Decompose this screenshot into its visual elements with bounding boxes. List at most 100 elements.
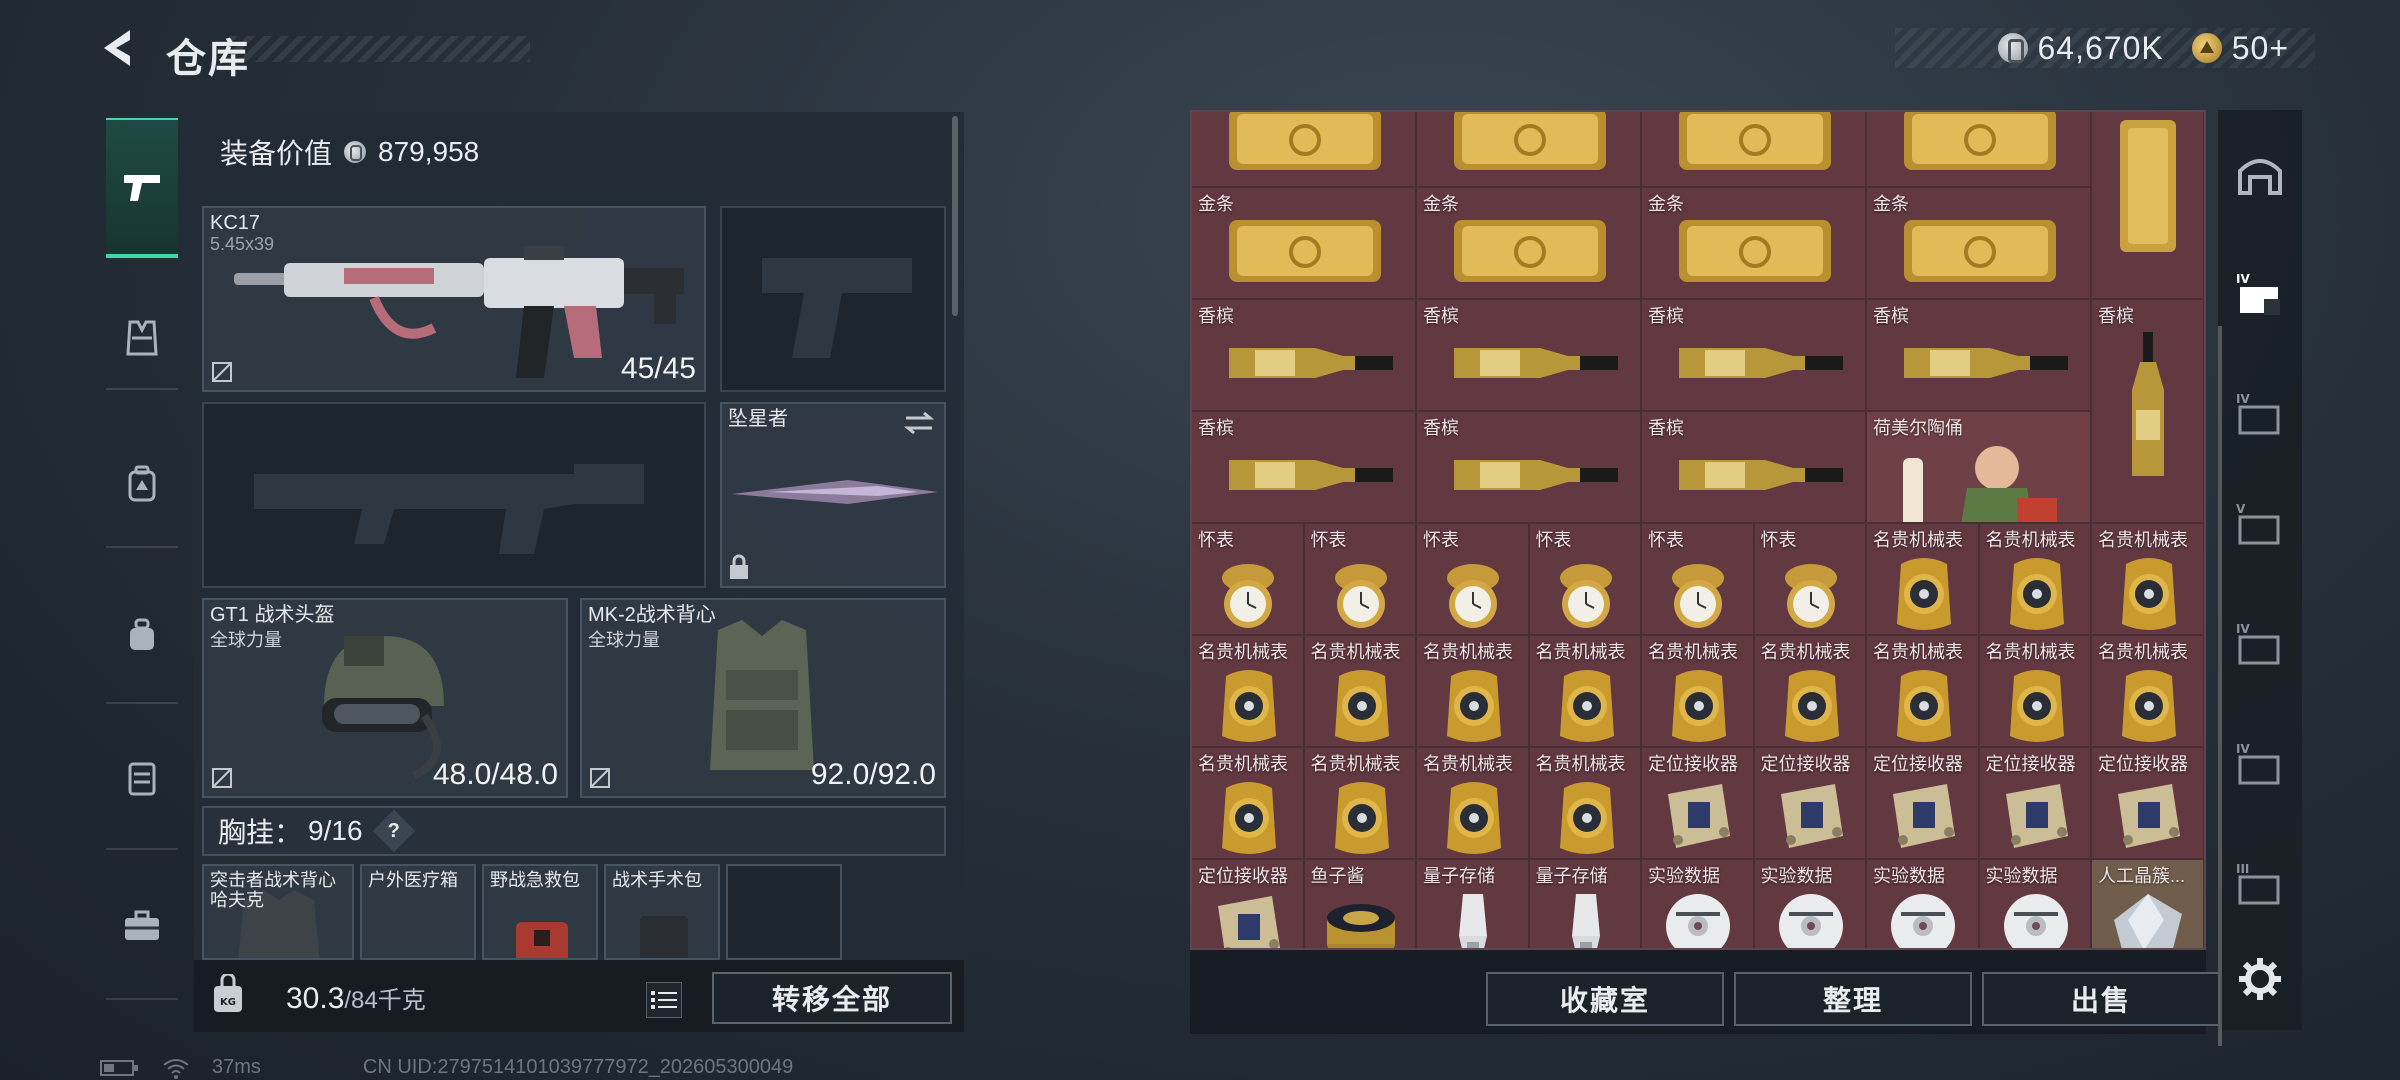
stash-cell[interactable]: 香槟 (2092, 300, 2204, 524)
stash-cell[interactable]: 怀表 (1417, 524, 1530, 636)
rnav-stash-extra[interactable]: III (2230, 850, 2290, 920)
stash-cell[interactable]: 怀表 (1529, 524, 1642, 636)
stash-cell[interactable]: 定位接收器 (1867, 748, 1980, 860)
stash-cell[interactable]: 名贵机械表 (2092, 524, 2204, 636)
nav-armor[interactable] (106, 298, 178, 378)
stash-item-label: 名贵机械表 (1310, 754, 1401, 774)
nav-case[interactable] (106, 738, 178, 818)
stash-cell[interactable] (2092, 112, 2204, 300)
stash-cell[interactable]: 金条 (1867, 188, 2092, 300)
champagne-image (2132, 332, 2165, 476)
melee-slot[interactable]: 坠星者 (720, 402, 946, 588)
stash-cell[interactable] (1642, 112, 1867, 188)
stash-cell[interactable]: 定位接收器 (2092, 748, 2204, 860)
stash-cell[interactable]: 定位接收器 (1754, 748, 1867, 860)
stash-cell[interactable]: 名贵机械表 (1867, 524, 1980, 636)
stash-cell[interactable]: 实验数据 (1642, 860, 1755, 948)
svg-text:IV: IV (2236, 272, 2250, 286)
chest-item[interactable]: 野战急救包 (482, 864, 598, 960)
stash-cell[interactable]: 怀表 (1192, 524, 1305, 636)
stash-cell[interactable] (1192, 112, 1417, 188)
rnav-stash-4[interactable]: IV (2230, 260, 2290, 330)
settings-button[interactable] (2230, 944, 2290, 1014)
currency-b-value[interactable]: 50+ (2232, 30, 2289, 67)
left-nav (98, 108, 190, 1008)
transfer-all-button[interactable]: 转移全部 (712, 972, 952, 1024)
briefcase-icon (125, 910, 159, 940)
stash-cell[interactable] (1417, 112, 1642, 188)
chest-item[interactable]: 户外医疗箱 (360, 864, 476, 960)
stash-cell[interactable]: 人工晶簇... (2092, 860, 2204, 948)
vest-image (710, 620, 814, 770)
nav-briefcase[interactable] (106, 886, 178, 966)
stash-cell[interactable]: 怀表 (1642, 524, 1755, 636)
armor-slot[interactable]: MK-2战术背心 全球力量 92.0/92.0 (580, 598, 946, 798)
loadout-scrollbar[interactable] (952, 116, 958, 316)
stash-cell[interactable]: 香槟 (1867, 300, 2092, 412)
chest-item[interactable]: 战术手术包 (604, 864, 720, 960)
rnav-safehouse[interactable] (2230, 140, 2290, 210)
rnav-stash-2[interactable]: V (2230, 490, 2290, 560)
stash-cell[interactable]: 定位接收器 (1192, 860, 1305, 948)
stash-cell[interactable]: 名贵机械表 (2092, 636, 2204, 748)
rifle-silhouette-icon (254, 464, 644, 554)
chest-rig-header[interactable]: 胸挂： 9/16 ? (202, 806, 946, 856)
stash-cell[interactable]: 名贵机械表 (1192, 748, 1305, 860)
collection-button[interactable]: 收藏室 (1486, 972, 1724, 1026)
stash-cell[interactable]: 实验数据 (1867, 860, 1980, 948)
stash-cell[interactable]: 香槟 (1417, 412, 1642, 524)
stash-cell[interactable]: 名贵机械表 (1417, 748, 1530, 860)
stash-cell[interactable]: 荷美尔陶俑 (1867, 412, 2092, 524)
nav-pouch[interactable] (106, 594, 178, 674)
sell-button[interactable]: 出售 (1982, 972, 2220, 1026)
organize-button[interactable]: 整理 (1734, 972, 1972, 1026)
stash-cell[interactable]: 实验数据 (1979, 860, 2092, 948)
stash-cell[interactable]: 香槟 (1417, 300, 1642, 412)
help-icon[interactable]: ? (372, 809, 415, 853)
secondary-weapon-slot[interactable] (202, 402, 706, 588)
stash-cell[interactable]: 实验数据 (1754, 860, 1867, 948)
nav-backpack[interactable] (106, 444, 178, 524)
stash-cell[interactable]: 金条 (1642, 188, 1867, 300)
nav-divider (106, 388, 178, 390)
stash-cell[interactable]: 名贵机械表 (1642, 636, 1755, 748)
pistol-slot[interactable] (720, 206, 946, 392)
stash-cell[interactable]: 怀表 (1304, 524, 1417, 636)
stash-cell[interactable]: 香槟 (1642, 300, 1867, 412)
stash-cell[interactable]: 量子存储 (1529, 860, 1642, 948)
chest-empty-slot[interactable] (726, 864, 842, 960)
stash-cell[interactable]: 名贵机械表 (1867, 636, 1980, 748)
stash-cell[interactable]: 定位接收器 (1642, 748, 1755, 860)
stash-cell[interactable]: 金条 (1192, 188, 1417, 300)
stash-cell[interactable]: 名贵机械表 (1304, 636, 1417, 748)
stash-cell[interactable]: 量子存储 (1417, 860, 1530, 948)
stash-cell[interactable]: 香槟 (1642, 412, 1867, 524)
helmet-slot[interactable]: GT1 战术头盔 全球力量 48.0/48.0 (202, 598, 568, 798)
rnav-scrollbar[interactable] (2218, 326, 2222, 1046)
swap-icon[interactable] (902, 410, 936, 436)
rnav-stash-0[interactable]: IV (2230, 730, 2290, 800)
primary-weapon-slot[interactable]: KC17 5.45x39 45/45 (202, 206, 706, 392)
stash-cell[interactable]: 名贵机械表 (1529, 636, 1642, 748)
stash-cell[interactable]: 定位接收器 (1979, 748, 2092, 860)
stash-cell[interactable]: 名贵机械表 (1417, 636, 1530, 748)
stash-cell[interactable]: 鱼子酱 (1304, 860, 1417, 948)
rnav-stash-1[interactable]: IV (2230, 610, 2290, 680)
stash-grid[interactable]: 金条 金条 金条 金条 香槟 香槟 香槟 香槟 香槟 香槟 香槟 香槟 荷美尔陶俑 怀表 怀表 怀表 怀表 怀表怀… (1190, 110, 2206, 950)
chest-item[interactable]: 突击者战术背心 哈夫克 (202, 864, 354, 960)
stash-cell[interactable]: 金条 (1417, 188, 1642, 300)
rnav-stash-3[interactable]: IV (2230, 380, 2290, 450)
stash-cell[interactable] (1867, 112, 2092, 188)
back-button[interactable] (96, 24, 144, 72)
nav-weapons[interactable] (106, 118, 178, 258)
stash-cell[interactable]: 名贵机械表 (1192, 636, 1305, 748)
stash-cell[interactable]: 香槟 (1192, 412, 1417, 524)
stash-cell[interactable]: 怀表 (1754, 524, 1867, 636)
stash-cell[interactable]: 名贵机械表 (1304, 748, 1417, 860)
stash-cell[interactable]: 香槟 (1192, 300, 1417, 412)
stash-cell[interactable]: 名贵机械表 (1529, 748, 1642, 860)
stash-cell[interactable]: 名贵机械表 (1754, 636, 1867, 748)
stash-cell[interactable]: 名贵机械表 (1979, 636, 2092, 748)
list-view-button[interactable] (646, 982, 682, 1018)
stash-cell[interactable]: 名贵机械表 (1979, 524, 2092, 636)
